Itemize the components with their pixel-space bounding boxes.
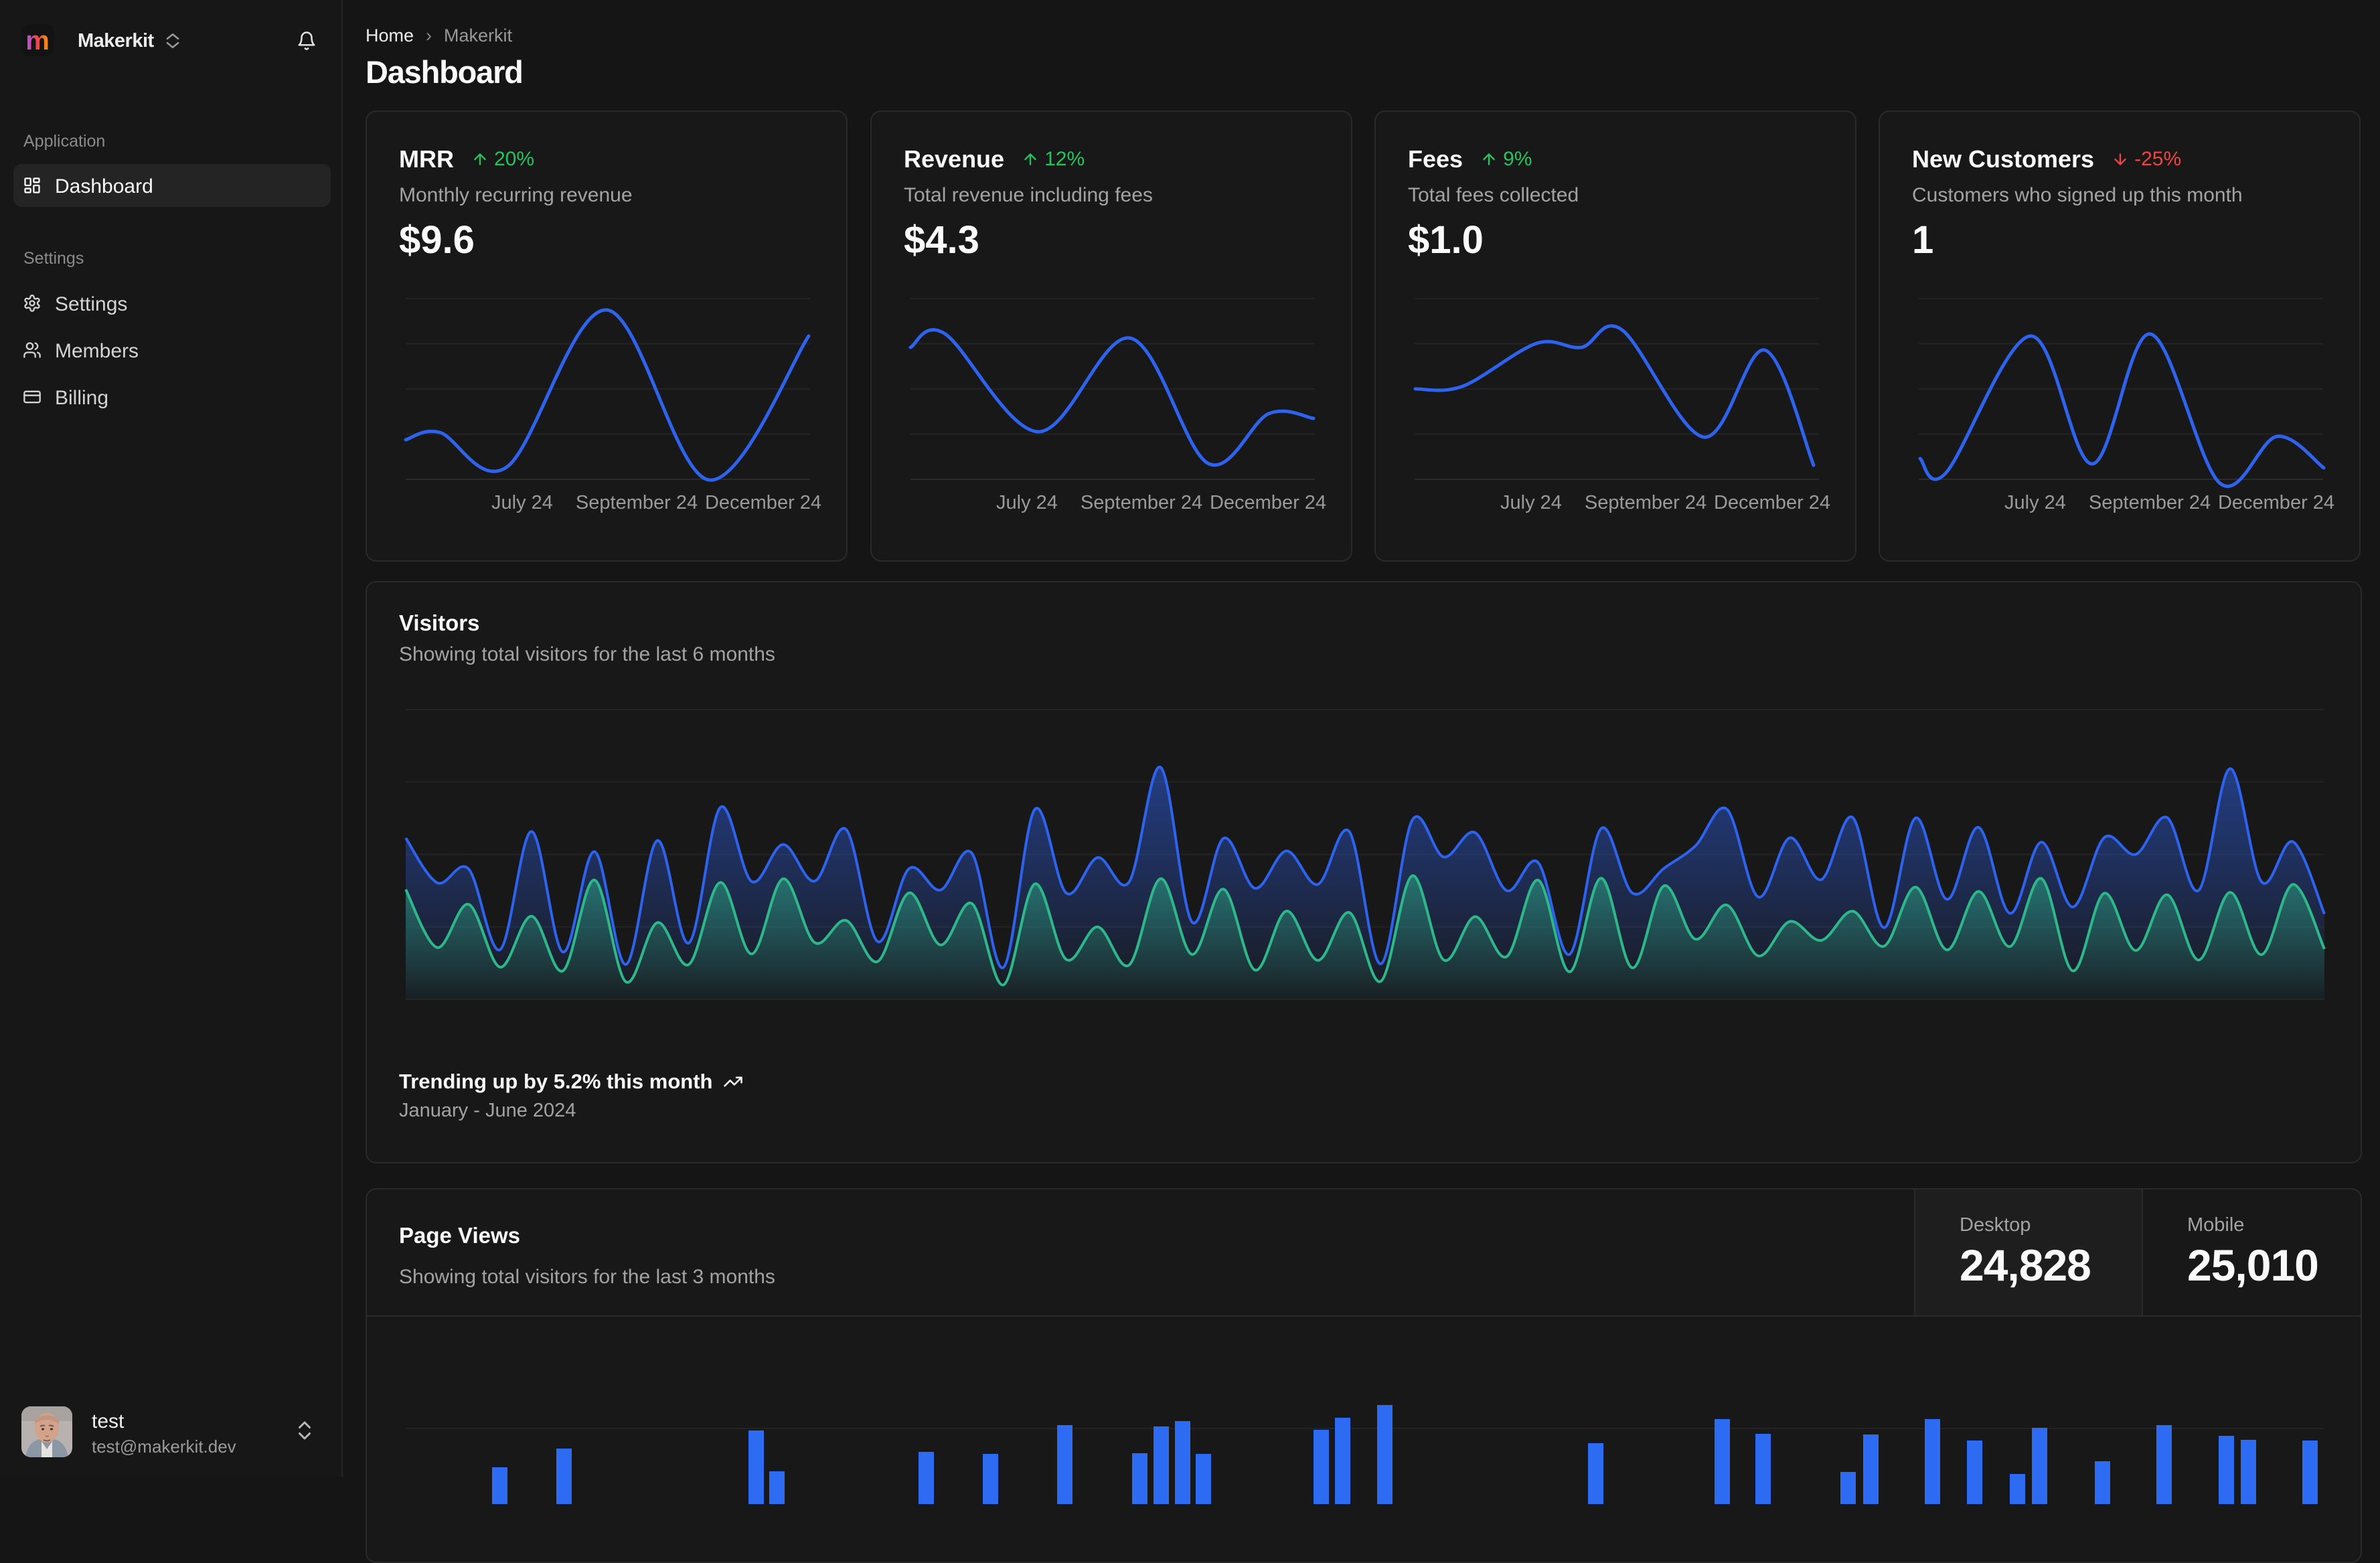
svg-text:September 24: September 24 <box>576 492 698 513</box>
svg-text:July 24: July 24 <box>996 492 1058 513</box>
svg-text:July 24: July 24 <box>2004 492 2066 513</box>
svg-text:December 24: December 24 <box>1714 492 1830 513</box>
svg-text:September 24: September 24 <box>1081 492 1202 513</box>
svg-text:December 24: December 24 <box>2218 492 2334 513</box>
svg-text:December 24: December 24 <box>705 492 821 513</box>
svg-text:m: m <box>25 26 50 56</box>
svg-text:December 24: December 24 <box>1210 492 1326 513</box>
svg-text:July 24: July 24 <box>1500 492 1562 513</box>
svg-text:September 24: September 24 <box>2089 492 2211 513</box>
svg-text:July 24: July 24 <box>491 492 553 513</box>
svg-text:September 24: September 24 <box>1585 492 1707 513</box>
